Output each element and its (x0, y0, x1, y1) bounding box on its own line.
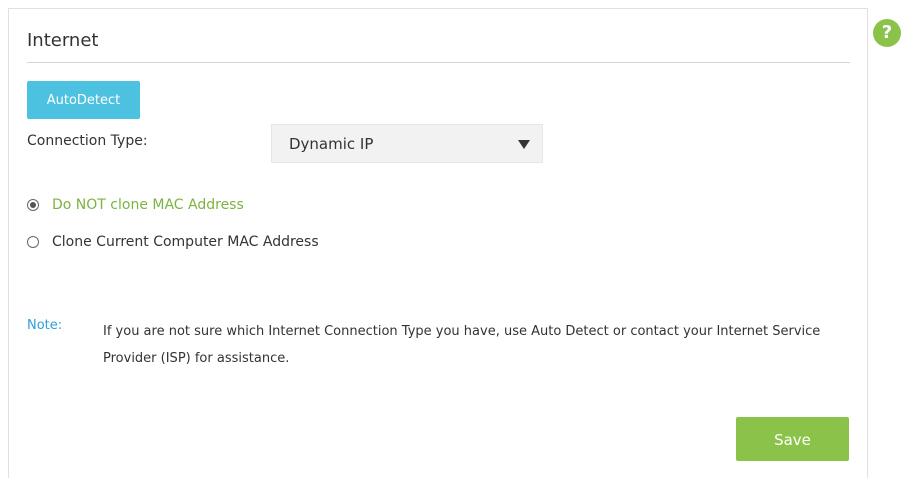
chevron-down-icon (518, 140, 530, 149)
save-button[interactable]: Save (736, 417, 849, 461)
autodetect-button[interactable]: AutoDetect (27, 81, 140, 119)
title-divider (27, 62, 850, 63)
note-label: Note: (27, 318, 63, 333)
radio-do-not-clone-mac[interactable]: Do NOT clone MAC Address (27, 195, 244, 215)
radio-clone-current-mac[interactable]: Clone Current Computer MAC Address (27, 232, 319, 252)
connection-type-value: Dynamic IP (289, 135, 374, 153)
radio-label: Do NOT clone MAC Address (52, 197, 244, 213)
connection-type-label: Connection Type: (27, 133, 148, 149)
help-icon[interactable]: ? (873, 19, 901, 47)
radio-button-unchecked[interactable] (27, 236, 39, 248)
radio-button-checked[interactable] (27, 199, 39, 211)
radio-label: Clone Current Computer MAC Address (52, 234, 319, 250)
note-text: If you are not sure which Internet Conne… (103, 324, 821, 366)
section-title: Internet (27, 30, 99, 51)
connection-type-select[interactable]: Dynamic IP (271, 124, 543, 163)
